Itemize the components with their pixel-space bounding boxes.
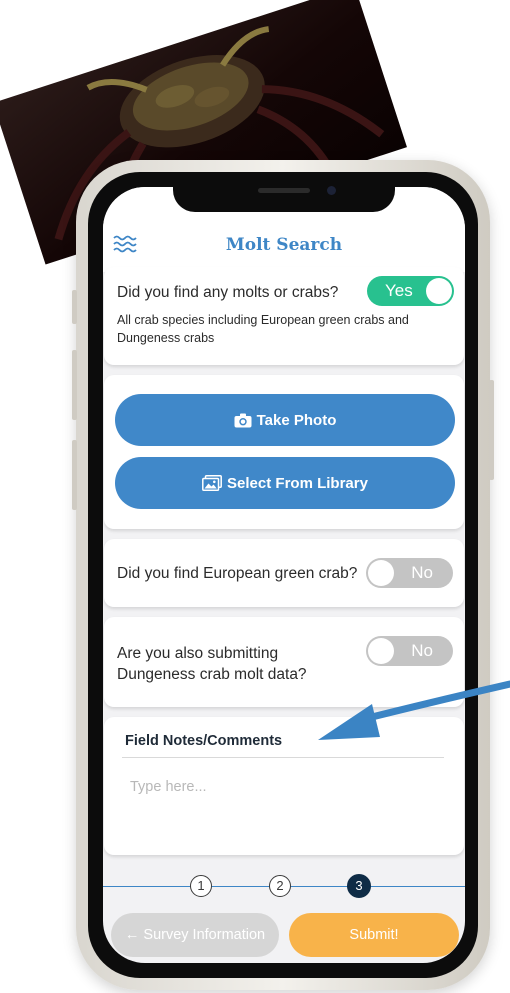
dungeness-toggle-label: No [411,641,433,660]
power-button [489,380,494,480]
submit-button[interactable]: Submit! [289,913,459,957]
dungeness-question-label: Are you also submitting Dungeness crab m… [117,645,307,683]
molts-toggle-label: Yes [385,281,413,300]
dungeness-card: Are you also submitting Dungeness crab m… [104,617,464,707]
select-library-button[interactable]: Select From Library [115,457,455,509]
gallery-icon [202,475,222,491]
camera-icon [234,413,252,427]
speaker-grille [258,188,310,193]
molts-question-card: Did you find any molts or crabs? Yes All… [104,267,464,365]
divider [122,757,444,758]
molts-question-label: Did you find any molts or crabs? [117,284,339,301]
green-crab-toggle[interactable]: No [366,558,453,588]
toggle-knob [426,278,452,304]
green-crab-card: Did you find European green crab? No [104,539,464,607]
molts-toggle[interactable]: Yes [367,276,454,306]
step-3[interactable]: 3 [347,874,371,898]
take-photo-label: Take Photo [256,411,337,429]
step-1[interactable]: 1 [190,875,212,897]
volume-up-button [72,350,77,420]
select-library-label: Select From Library [227,474,368,492]
app-screen: Molt Search Did you find any molts or cr… [103,187,465,963]
photo-card: Take Photo Select From Library [104,375,464,529]
front-camera-icon [327,186,336,195]
take-photo-button[interactable]: Take Photo [115,394,455,446]
volume-down-button [72,440,77,510]
molts-question-note: All crab species including European gree… [117,313,409,345]
green-crab-toggle-label: No [411,563,433,582]
step-2[interactable]: 2 [269,875,291,897]
phone-notch [173,172,395,212]
green-crab-question-label: Did you find European green crab? [117,565,358,582]
toggle-knob [368,638,394,664]
dungeness-toggle[interactable]: No [366,636,453,666]
back-button[interactable]: ← Survey Information [111,913,279,957]
field-notes-card: Field Notes/Comments [104,717,464,855]
page-title: Molt Search [225,235,343,255]
toggle-knob [368,560,394,586]
silent-switch [72,290,77,324]
field-notes-input[interactable] [122,769,444,841]
field-notes-title: Field Notes/Comments [125,733,283,749]
